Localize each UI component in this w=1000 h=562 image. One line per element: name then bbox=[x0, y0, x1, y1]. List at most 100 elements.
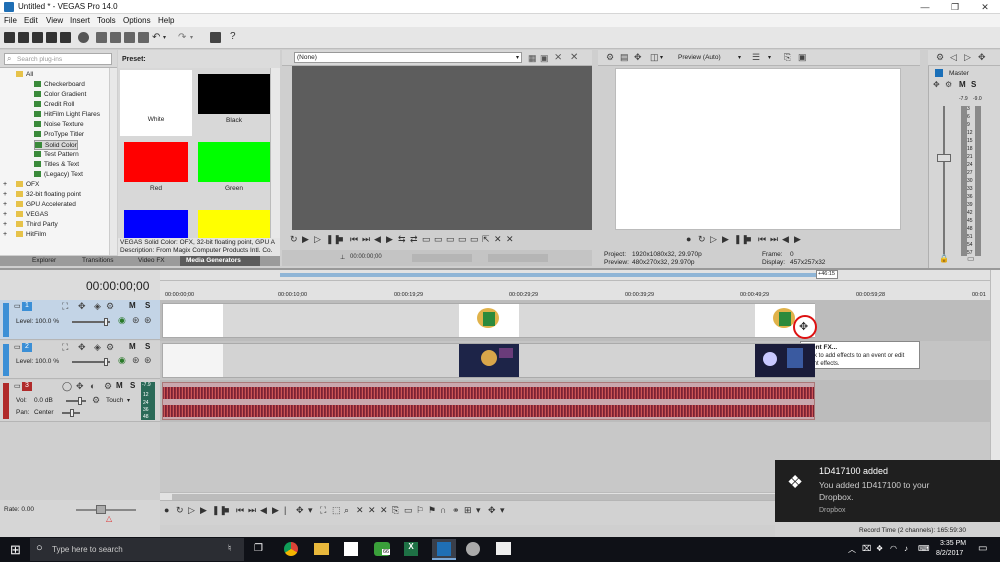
store-icon[interactable] bbox=[344, 542, 358, 556]
keyboard-icon[interactable]: ⌨ bbox=[918, 544, 930, 553]
go-to-end-icon[interactable]: ⏭ bbox=[248, 505, 256, 516]
play-from-start-icon[interactable]: ▷ bbox=[710, 234, 717, 245]
rate-slider[interactable] bbox=[76, 509, 136, 511]
delete-icon[interactable] bbox=[138, 32, 149, 43]
chrome-icon[interactable] bbox=[284, 542, 298, 556]
new-project-icon[interactable] bbox=[4, 32, 15, 43]
track-solo-button[interactable]: S bbox=[130, 381, 135, 390]
preview-properties-gear-icon[interactable]: ⚙ bbox=[606, 52, 614, 63]
master-gear-icon[interactable]: ⚙ bbox=[945, 80, 952, 89]
track-expand-icon[interactable]: ▭ bbox=[14, 382, 21, 390]
tree-item[interactable]: All bbox=[16, 70, 33, 80]
record-icon[interactable]: ● bbox=[164, 505, 169, 515]
marker-icon[interactable]: ⚐ bbox=[416, 505, 424, 516]
preset-yellow[interactable] bbox=[198, 210, 270, 238]
master-fader-handle[interactable] bbox=[937, 154, 951, 162]
trimmer-tool-icon[interactable]: ▣ bbox=[540, 53, 549, 64]
preset-black[interactable]: Black bbox=[198, 74, 270, 124]
save-snapshot-icon[interactable]: ▣ bbox=[798, 52, 807, 63]
next-frame-icon[interactable]: ▶ bbox=[272, 505, 279, 516]
lock-icon[interactable]: ✥ bbox=[488, 505, 496, 516]
track-motion-icon[interactable]: ⛶ bbox=[62, 301, 68, 312]
tree-item[interactable]: Noise Texture bbox=[34, 120, 84, 130]
track-level-handle[interactable] bbox=[104, 318, 108, 326]
windows-start-icon[interactable]: ⊞ bbox=[10, 542, 21, 558]
event-fx-icon[interactable]: ✥ bbox=[799, 320, 808, 333]
undo-dropdown-icon[interactable]: ▾ bbox=[163, 34, 166, 41]
tree-item[interactable]: Checkerboard bbox=[34, 80, 85, 90]
menu-tools[interactable]: Tools bbox=[97, 16, 116, 25]
automation-gear-icon[interactable]: ⚙ bbox=[92, 395, 100, 406]
undo-icon[interactable]: ↶ bbox=[152, 32, 160, 43]
trimmer-out-field[interactable] bbox=[488, 254, 548, 262]
preset-green[interactable]: Green bbox=[198, 142, 270, 192]
preview-device-icon[interactable]: ▤ bbox=[620, 52, 629, 63]
split-screen-icon[interactable]: ◫ bbox=[650, 52, 659, 63]
trimmer-tool-icon[interactable]: ▦ bbox=[528, 53, 537, 64]
track-motion-icon[interactable]: ⛶ bbox=[62, 342, 68, 353]
previous-frame-icon[interactable]: ⏮ bbox=[350, 234, 358, 245]
split-icon[interactable]: ✕ bbox=[380, 505, 388, 516]
ripple-icon[interactable]: ⊞ bbox=[464, 505, 472, 516]
play-from-start-icon[interactable]: ▷ bbox=[188, 505, 195, 516]
overlays-icon[interactable]: ☰ bbox=[752, 52, 760, 63]
preset-blue[interactable] bbox=[124, 210, 196, 238]
properties-gear-icon[interactable] bbox=[78, 32, 89, 43]
stop-icon[interactable]: ■ bbox=[338, 234, 343, 244]
track-gear-icon[interactable]: ⚙ bbox=[106, 301, 114, 312]
video-event-track-2[interactable] bbox=[162, 343, 815, 378]
menu-view[interactable]: View bbox=[46, 16, 63, 25]
enable-snapping-icon[interactable] bbox=[210, 32, 221, 43]
event-fx-highlight[interactable]: ✥ bbox=[793, 315, 817, 339]
track-solo-button[interactable]: S bbox=[145, 301, 150, 310]
paste-icon[interactable] bbox=[124, 32, 135, 43]
prev-frame-icon[interactable]: ◀ bbox=[782, 234, 789, 245]
dropdown-icon[interactable]: ▾ bbox=[308, 505, 313, 516]
expand-plus-icon[interactable]: + bbox=[3, 230, 7, 240]
tray-chevron-icon[interactable]: ︿ bbox=[848, 544, 856, 555]
loop-region-bar[interactable] bbox=[280, 273, 818, 277]
rate-handle[interactable] bbox=[96, 505, 106, 514]
tree-item[interactable]: Color Gradient bbox=[34, 90, 86, 100]
chevron-down-icon[interactable]: ▾ bbox=[738, 54, 741, 61]
play-icon[interactable]: ▶ bbox=[722, 234, 729, 245]
tree-item[interactable]: (Legacy) Text bbox=[34, 170, 83, 180]
tab-media-generators-active[interactable]: Media Generators bbox=[180, 256, 260, 266]
trimmer-view[interactable] bbox=[292, 66, 592, 230]
track-expand-icon[interactable]: ▭ bbox=[14, 343, 21, 351]
save-as-icon[interactable] bbox=[46, 32, 57, 43]
tree-item[interactable]: Titles & Text bbox=[34, 160, 79, 170]
tab-video-fx[interactable]: Video FX bbox=[138, 257, 165, 264]
expand-plus-icon[interactable]: + bbox=[3, 190, 7, 200]
link-icon[interactable]: ⇆ bbox=[398, 234, 406, 245]
automation-mode[interactable]: Touch bbox=[106, 397, 123, 404]
tool-icon[interactable]: ▭ bbox=[446, 234, 455, 245]
divider-icon[interactable]: | bbox=[284, 505, 286, 515]
tree-item[interactable]: ProType Titler bbox=[34, 130, 84, 140]
track-header-3[interactable]: 3 ▭ ◯ ✥ ◐ ⚙ M S Vol: 0.0 dB ⚙ Touch ▾ Pa… bbox=[0, 380, 160, 422]
loop-icon[interactable]: ↻ bbox=[698, 234, 706, 245]
normal-edit-icon[interactable]: ✥ bbox=[296, 505, 304, 516]
menu-file[interactable]: File bbox=[4, 16, 17, 25]
copy-snapshot-icon[interactable]: ⎘ bbox=[784, 52, 791, 63]
trimmer-media-dropdown[interactable]: (None) ▾ bbox=[294, 52, 522, 63]
menu-help[interactable]: Help bbox=[158, 16, 174, 25]
task-view-icon[interactable]: ❐ bbox=[254, 543, 263, 554]
dropdown-icon[interactable]: ▾ bbox=[500, 505, 505, 516]
chevron-down-icon[interactable]: ▾ bbox=[127, 397, 130, 404]
trimmer-close-icon[interactable]: ⨯ bbox=[554, 52, 562, 63]
network-icon[interactable]: ⌧ bbox=[862, 544, 871, 553]
preset-scrollbar[interactable] bbox=[270, 68, 280, 238]
track-composite-mode-icon[interactable]: ◉ bbox=[118, 355, 126, 366]
save-icon[interactable] bbox=[32, 32, 43, 43]
track-mute-button[interactable]: M bbox=[129, 342, 136, 351]
close-button[interactable]: ✕ bbox=[970, 0, 1000, 14]
tool-icon[interactable]: ▭ bbox=[470, 234, 479, 245]
tree-item[interactable]: + HitFilm bbox=[3, 230, 46, 240]
menu-insert[interactable]: Insert bbox=[70, 16, 90, 25]
menu-options[interactable]: Options bbox=[123, 16, 151, 25]
volume-icon[interactable]: ♪ bbox=[904, 544, 908, 553]
expand-plus-icon[interactable]: + bbox=[3, 220, 7, 230]
track-volume-handle[interactable] bbox=[78, 397, 82, 405]
mixer-tool-icon[interactable]: ◁ bbox=[950, 52, 957, 63]
